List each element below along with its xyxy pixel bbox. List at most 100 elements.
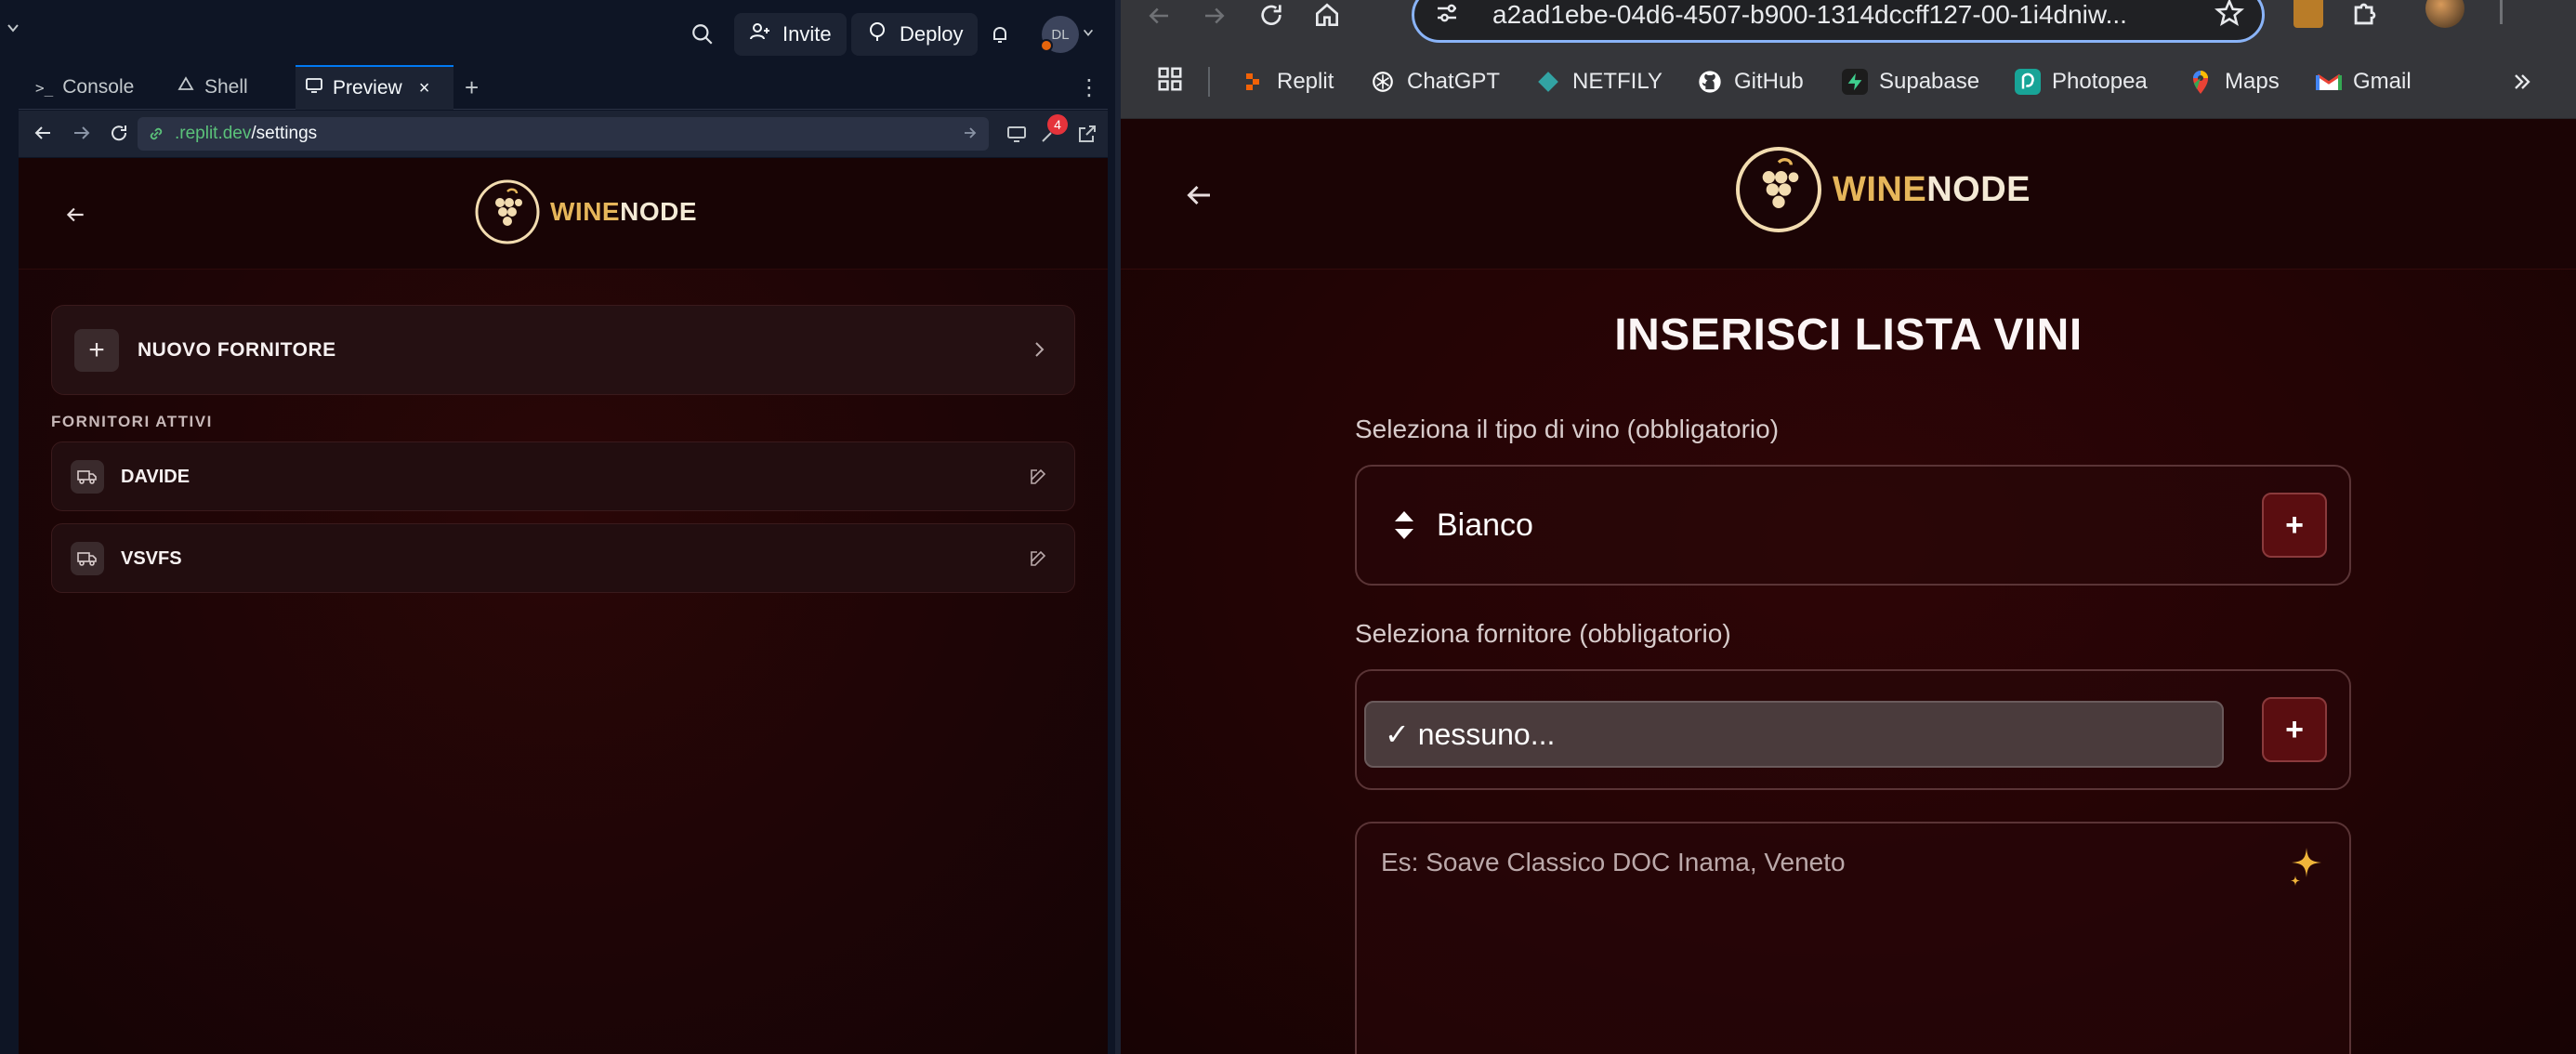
bookmark-replit[interactable]: Replit xyxy=(1240,65,1334,99)
app-preview-settings: WINENODE + NUOVO FORNITORE FORNITORI ATT… xyxy=(19,158,1108,1054)
more-icon[interactable]: ⋮ xyxy=(1069,65,1110,110)
go-arrow-icon[interactable] xyxy=(961,124,979,148)
bookmark-supabase[interactable]: Supabase xyxy=(1842,65,1979,99)
terminal-icon: >_ xyxy=(35,78,54,97)
site-settings-icon[interactable] xyxy=(1433,0,1461,33)
bookmark-label: Gmail xyxy=(2353,69,2412,94)
back-icon[interactable] xyxy=(63,203,87,231)
bookmark-photopea[interactable]: Photopea xyxy=(2015,65,2148,99)
textarea-placeholder: Es: Soave Classico DOC Inama, Veneto xyxy=(1381,848,1846,876)
back-icon[interactable] xyxy=(1145,2,1173,34)
winenode-logo: WINENODE xyxy=(1734,145,2031,234)
url-host: .replit.dev xyxy=(175,124,252,143)
puzzle-icon[interactable] xyxy=(2349,0,2381,34)
edit-icon[interactable] xyxy=(1028,467,1048,492)
close-icon[interactable]: × xyxy=(419,78,430,99)
app-header: WINENODE xyxy=(1121,119,2576,270)
bookmark-label: Maps xyxy=(2225,69,2280,94)
wine-type-select[interactable]: Bianco xyxy=(1437,507,1533,544)
supplier-row[interactable]: DAVIDE xyxy=(51,441,1075,511)
grape-logo-icon xyxy=(475,179,540,244)
search-icon[interactable] xyxy=(686,13,719,56)
supplier-name: DAVIDE xyxy=(121,467,191,487)
bookmark-maps[interactable]: Maps xyxy=(2188,65,2280,99)
wine-type-field: Bianco + xyxy=(1355,465,2351,586)
forward-icon[interactable] xyxy=(1201,2,1229,34)
bell-icon[interactable] xyxy=(983,13,1017,56)
home-icon[interactable] xyxy=(1312,0,1342,34)
tab-label: Shell xyxy=(204,76,248,98)
sparkle-icon[interactable] xyxy=(2288,846,2325,891)
bookmark-chatgpt[interactable]: ChatGPT xyxy=(1370,65,1500,99)
deploy-icon xyxy=(866,20,888,48)
profile-avatar[interactable] xyxy=(2425,0,2464,28)
supabase-icon xyxy=(1842,69,1868,95)
bookmark-label: Photopea xyxy=(2052,69,2148,94)
bookmark-netlify[interactable]: NETFILY xyxy=(1535,65,1663,99)
extension-icon[interactable] xyxy=(2293,0,2323,28)
star-icon[interactable] xyxy=(2214,0,2245,35)
truck-icon xyxy=(71,460,104,494)
back-icon[interactable] xyxy=(32,122,54,149)
add-tab-icon[interactable]: + xyxy=(455,65,488,110)
supplier-field: ✓ nessuno... + xyxy=(1355,669,2351,790)
chevron-double-right-icon[interactable] xyxy=(2509,69,2535,99)
add-supplier-button[interactable]: + xyxy=(2262,697,2327,762)
bookmark-label: ChatGPT xyxy=(1407,69,1501,94)
bookmark-gmail[interactable]: Gmail xyxy=(2316,65,2412,99)
app-insert-wine-list: WINENODE INSERISCI LISTA VINI Seleziona … xyxy=(1121,119,2576,1054)
notification-badge: 4 xyxy=(1047,114,1068,135)
plus-icon: + xyxy=(74,329,119,372)
edit-icon[interactable] xyxy=(1028,548,1048,573)
reload-icon[interactable] xyxy=(1256,0,1286,34)
forward-icon[interactable] xyxy=(71,122,93,149)
sort-arrows-icon xyxy=(1392,508,1416,547)
open-external-icon[interactable] xyxy=(1076,123,1098,150)
logo-wordmark: WINENODE xyxy=(550,197,698,226)
chevron-down-icon[interactable] xyxy=(1082,26,1095,44)
tab-console[interactable]: >_ Console xyxy=(26,65,143,110)
address-bar[interactable]: a2ad1ebe-04d6-4507-b900-1314dccff127-00-… xyxy=(1412,0,2265,43)
replit-icon xyxy=(1240,69,1266,95)
bookmark-label: Supabase xyxy=(1879,69,1980,94)
apps-grid-icon[interactable] xyxy=(1156,65,1184,98)
devices-icon[interactable] xyxy=(1005,123,1028,150)
maps-icon xyxy=(2188,69,2214,95)
toolbar-separator xyxy=(2500,0,2503,24)
monitor-icon xyxy=(305,76,323,100)
logo-wordmark: WINENODE xyxy=(1833,169,2031,209)
truck-icon xyxy=(71,542,104,575)
winenode-logo: WINENODE xyxy=(474,178,697,245)
tab-label: Preview xyxy=(333,77,402,99)
chevron-right-icon xyxy=(1032,339,1048,364)
address-text: a2ad1ebe-04d6-4507-b900-1314dccff127-00-… xyxy=(1492,0,2127,29)
wine-type-label: Seleziona il tipo di vino (obbligatorio) xyxy=(1355,415,1780,443)
bookmark-label: Replit xyxy=(1277,69,1334,94)
bookmark-label: GitHub xyxy=(1734,69,1804,94)
supplier-select[interactable]: ✓ nessuno... xyxy=(1364,701,2224,768)
section-heading: FORNITORI ATTIVI xyxy=(51,413,213,430)
browser-toolbar: a2ad1ebe-04d6-4507-b900-1314dccff127-00-… xyxy=(1121,0,2576,46)
invite-button[interactable]: Invite xyxy=(734,13,847,56)
bookmark-label: NETFILY xyxy=(1572,69,1663,94)
workspace-tabs: >_ Console Shell Preview × + ⋮ xyxy=(19,65,1108,110)
tab-shell[interactable]: Shell xyxy=(167,65,257,110)
add-wine-type-button[interactable]: + xyxy=(2262,493,2327,558)
supplier-row[interactable]: VSVFS xyxy=(51,523,1075,593)
gmail-icon xyxy=(2316,69,2342,95)
bookmark-github[interactable]: GitHub xyxy=(1697,65,1804,99)
supplier-label: Seleziona fornitore (obbligatorio) xyxy=(1355,619,1731,648)
chevron-down-icon[interactable] xyxy=(6,20,20,40)
reload-icon[interactable] xyxy=(108,122,130,149)
deploy-button[interactable]: Deploy xyxy=(851,13,979,56)
tab-label: Console xyxy=(62,76,135,98)
wine-list-textarea[interactable]: Es: Soave Classico DOC Inama, Veneto xyxy=(1355,822,2351,1054)
back-icon[interactable] xyxy=(1182,178,1216,217)
add-user-icon xyxy=(749,20,771,48)
new-supplier-button[interactable]: + NUOVO FORNITORE xyxy=(51,305,1075,395)
tab-preview[interactable]: Preview × xyxy=(296,65,453,110)
page-title: INSERISCI LISTA VINI xyxy=(1614,310,2083,360)
preview-url-input[interactable]: .replit.dev/settings xyxy=(138,117,989,151)
github-icon xyxy=(1697,69,1723,95)
netlify-icon xyxy=(1535,69,1561,95)
